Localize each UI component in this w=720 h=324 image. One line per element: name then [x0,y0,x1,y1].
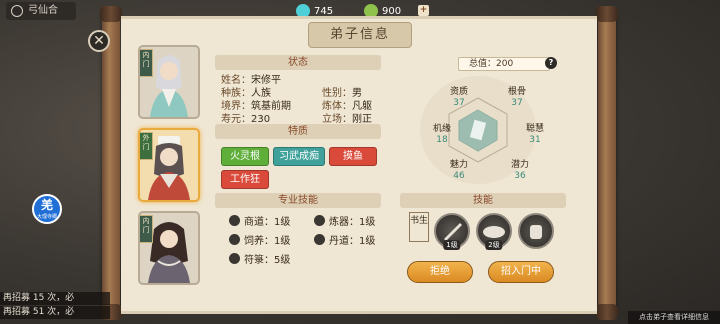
trait-fire-root[interactable]: 火灵根 [221,147,269,166]
skill-slot-3[interactable] [518,213,554,249]
stance-row: 立场：刚正 [322,114,372,125]
location-icon [11,5,23,17]
disciple-tag: 外门 [140,132,153,160]
pro-skill-trade: 商道：1级 [229,213,290,228]
traits-header: 特质 [215,124,381,139]
skill-slot-2[interactable]: 2级 [476,213,512,250]
pro-skill-husbandry: 饲养：1级 [229,232,290,247]
trait-slacker[interactable]: 摸鱼 [329,147,377,166]
skill-level: 2级 [485,240,503,250]
official-badge[interactable]: 羌 大理寺卿 [32,194,62,224]
stat-wisdom: 聪慧 31 [525,124,544,145]
status-header: 状态 [215,55,381,70]
pro-skills-header: 专业技能 [215,193,381,208]
disciple-portrait-2[interactable]: 外门 [138,128,200,202]
disciple-tag: 内门 [140,215,153,243]
pro-skill-alchemy: 丹道：1级 [314,232,375,247]
pro-skill-forge: 炼器：1级 [314,213,375,228]
disciple-portrait-1[interactable]: 内门 [138,45,200,119]
class-tag: 书生 [409,212,429,242]
add-currency-button[interactable]: + [418,5,429,16]
stat-charm: 魅力 46 [449,160,468,181]
scroll-rod-right [596,6,618,320]
skill-slot-1[interactable]: 1级 [434,213,470,250]
reject-button[interactable]: 拒绝 [407,261,473,283]
disciple-tag: 内门 [140,49,153,77]
total-attributes: 总值：200 [458,57,550,71]
lifespan-row: 寿元：230 [221,114,271,125]
skill-level: 1级 [443,240,461,250]
scroll-rod-left [100,6,122,320]
recruit-log-line-2: 再招募 51 次，必 [0,306,110,319]
trait-martial-obsession[interactable]: 习武成痴 [273,147,325,166]
pot-skill-icon [530,225,542,239]
spirit-stone-value: 745 [314,5,334,17]
forge-icon [314,214,325,226]
recruit-log-line-1: 再招募 15 次，必 [0,292,110,305]
disciple-portrait-3[interactable]: 内门 [138,211,200,285]
animal-icon [229,233,240,245]
location-label: 弓仙合 [28,5,58,16]
stat-potential: 潜力 36 [510,160,529,181]
gold-value: 900 [382,5,402,17]
panel-title: 弟子信息 [308,22,412,48]
pill-icon [314,233,325,245]
trait-workaholic[interactable]: 工作狂 [221,170,269,189]
game-screen: 弓仙合 745 900 + ✕ 弟子信息 内门 外门 内门 状态 姓名：宋修平 … [0,0,720,324]
recruit-button[interactable]: 招入门中 [488,261,554,283]
coin-icon [229,214,240,226]
pro-skill-talisman: 符箓：5级 [229,251,290,266]
talisman-icon [229,252,240,264]
stat-bone: 根骨 37 [507,87,526,108]
hint-text: 点击弟子查看详细信息 [628,311,720,324]
location-tab[interactable]: 弓仙合 [6,2,76,20]
help-icon[interactable]: ? [545,57,557,69]
skills-header: 技能 [400,193,566,208]
close-button[interactable]: ✕ [88,30,110,52]
stat-aptitude: 资质 37 [449,87,468,108]
stat-fortune: 机缘 18 [432,124,451,145]
